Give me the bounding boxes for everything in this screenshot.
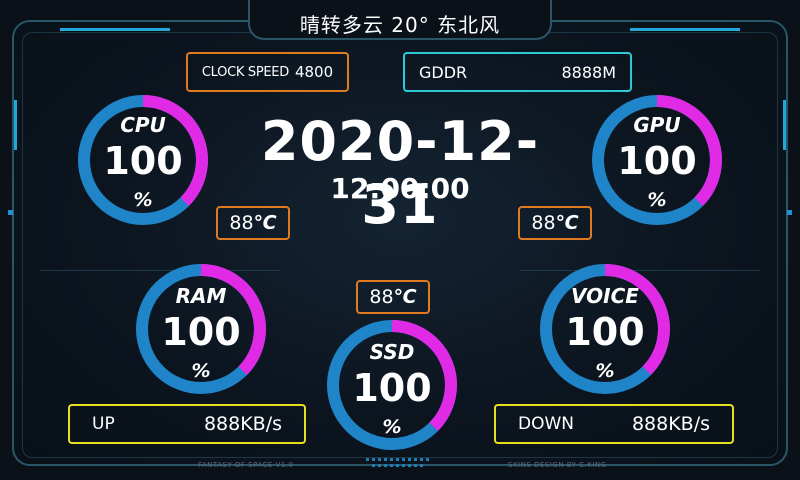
footer-dot-pattern <box>366 458 434 472</box>
clock-speed-box: CLOCK SPEED 4800 <box>186 52 349 92</box>
ssd-value: 100 <box>352 366 432 410</box>
left-accent <box>14 100 17 150</box>
cpu-temp-box: 88 ℃ <box>216 206 290 240</box>
gpu-gauge: GPU 100 % <box>590 93 724 227</box>
side-marker-right <box>787 210 792 215</box>
cpu-temp-value: 88 <box>229 212 254 234</box>
gpu-value: 100 <box>617 139 697 183</box>
download-box: DOWN 888KB/s <box>494 404 734 444</box>
upload-label: UP <box>92 414 115 434</box>
gddr-label: GDDR <box>419 62 468 82</box>
gpu-temp-value: 88 <box>531 212 556 234</box>
side-marker-left <box>8 210 13 215</box>
ssd-unit: % <box>382 416 402 438</box>
footer-left: FANTASY OF SPACE V1.0 <box>198 461 294 469</box>
cpu-unit: % <box>133 189 153 211</box>
ssd-gauge: SSD 100 % <box>325 318 459 452</box>
ram-gauge: RAM 100 % <box>134 262 268 396</box>
footer-right: SKINS DESIGN BY C.KING <box>508 461 607 469</box>
gpu-temp-box: 88 ℃ <box>518 206 592 240</box>
ram-unit: % <box>191 360 211 382</box>
clock-speed-label: CLOCK SPEED <box>201 64 289 80</box>
right-accent <box>783 100 786 150</box>
cpu-temp-unit: ℃ <box>253 212 277 234</box>
voice-gauge: VOICE 100 % <box>538 262 672 396</box>
voice-value: 100 <box>565 310 645 354</box>
cpu-label: CPU <box>120 113 166 137</box>
weather-text: 晴转多云 20° 东北风 <box>299 13 501 37</box>
voice-unit: % <box>595 360 615 382</box>
top-right-accent <box>630 28 740 31</box>
ssd-label: SSD <box>369 340 415 364</box>
ssd-temp-value: 88 <box>369 286 394 308</box>
ssd-temp-box: 88 ℃ <box>356 280 430 314</box>
ssd-temp-unit: ℃ <box>393 286 417 308</box>
download-value: 888KB/s <box>631 413 710 435</box>
download-label: DOWN <box>518 414 574 434</box>
gpu-label: GPU <box>633 113 681 137</box>
upload-box: UP 888KB/s <box>68 404 306 444</box>
clock-speed-value: 4800 <box>294 63 334 81</box>
top-left-accent <box>60 28 170 31</box>
upload-value: 888KB/s <box>203 413 282 435</box>
ram-value: 100 <box>161 310 241 354</box>
voice-label: VOICE <box>571 284 639 308</box>
cpu-gauge: CPU 100 % <box>76 93 210 227</box>
cpu-value: 100 <box>103 139 183 183</box>
gddr-box: GDDR 8888M <box>403 52 632 92</box>
time-display: 12:00:00 <box>330 172 470 205</box>
ram-label: RAM <box>175 284 227 308</box>
gpu-temp-unit: ℃ <box>555 212 579 234</box>
gddr-value: 8888M <box>561 62 616 82</box>
gpu-unit: % <box>647 189 667 211</box>
